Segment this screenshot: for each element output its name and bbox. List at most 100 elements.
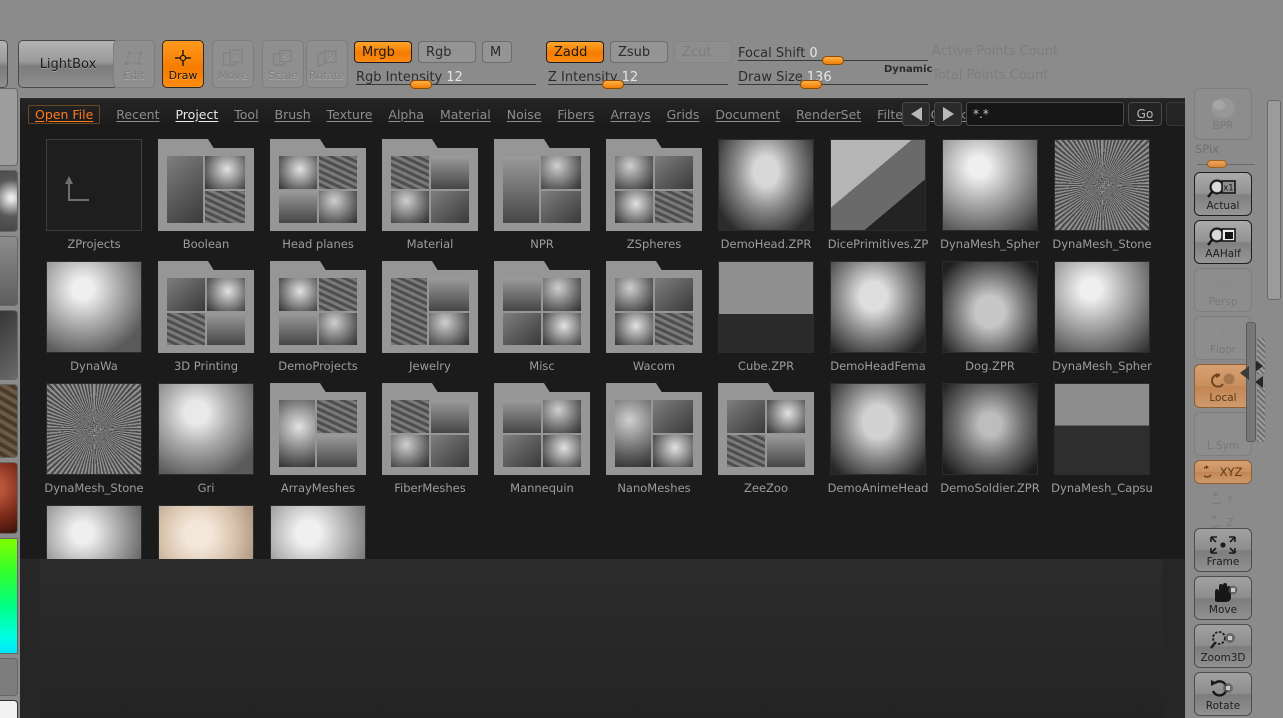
dynamic-badge[interactable]: Dynamic bbox=[884, 64, 932, 75]
draw-size-knob[interactable] bbox=[800, 80, 822, 89]
lightbox-item[interactable]: Dog.ZPR bbox=[934, 261, 1046, 383]
tab-fibers[interactable]: Fibers bbox=[549, 105, 602, 124]
rotate-mode-button[interactable]: R Rotate bbox=[306, 40, 348, 88]
open-file-button[interactable]: Open File bbox=[28, 104, 101, 124]
document-canvas[interactable] bbox=[40, 558, 1162, 718]
tab-grids[interactable]: Grids bbox=[659, 105, 708, 124]
tray-expand-right-icon[interactable] bbox=[1255, 360, 1263, 372]
axis-y-button[interactable]: Y bbox=[1203, 488, 1243, 510]
lightbox-item[interactable]: DynaMesh_Capsu bbox=[1046, 383, 1158, 505]
z-intensity-track[interactable] bbox=[548, 84, 728, 85]
tray-drag-handle-lower[interactable] bbox=[1257, 386, 1265, 442]
edit-mode-button[interactable]: Edit bbox=[113, 40, 155, 88]
focal-shift-knob[interactable] bbox=[822, 56, 844, 65]
lightbox-item[interactable]: Material bbox=[374, 139, 486, 261]
lightbox-item[interactable]: ZeeZoo bbox=[710, 383, 822, 505]
lightbox-item[interactable]: Gri bbox=[150, 383, 262, 505]
nav-forward-button[interactable] bbox=[934, 102, 962, 126]
tray-expand-left-icon[interactable] bbox=[1255, 376, 1263, 388]
lightbox-item[interactable]: Wacom bbox=[598, 261, 710, 383]
z-intensity-slider[interactable]: Z Intensity 12 bbox=[548, 66, 728, 89]
lightbox-item[interactable]: DynaWa bbox=[38, 261, 150, 383]
draw-size-track[interactable] bbox=[738, 84, 928, 85]
rotate-nav-button[interactable]: Rotate bbox=[1194, 672, 1252, 716]
aahalf-button[interactable]: AAHalf bbox=[1194, 220, 1252, 264]
lightbox-item[interactable]: DemoAnimeHead bbox=[822, 383, 934, 505]
tab-arrays[interactable]: Arrays bbox=[602, 105, 658, 124]
lightbox-item[interactable]: Jewelry bbox=[374, 261, 486, 383]
lightbox-item[interactable]: DemoHeadFema bbox=[822, 261, 934, 383]
lightbox-item[interactable]: ArrayMeshes bbox=[262, 383, 374, 505]
frame-button[interactable]: Frame bbox=[1194, 528, 1252, 572]
actual-size-button[interactable]: x1 Actual bbox=[1194, 172, 1252, 216]
z-intensity-knob[interactable] bbox=[602, 80, 624, 89]
lightbox-item[interactable]: Cube.ZPR bbox=[710, 261, 822, 383]
left-palette-material[interactable] bbox=[0, 462, 18, 534]
lightbox-toggle-button[interactable]: LightBox bbox=[18, 40, 118, 88]
lightbox-item[interactable]: NanoMeshes bbox=[598, 383, 710, 505]
color-picker-gradient[interactable] bbox=[0, 538, 18, 654]
spix-slider-knob[interactable] bbox=[1207, 160, 1227, 168]
axis-xyz-button[interactable]: XYZ bbox=[1194, 460, 1252, 484]
lightbox-item[interactable]: DynaMesh_Spher bbox=[1046, 261, 1158, 383]
lightbox-item[interactable]: 3D Printing bbox=[150, 261, 262, 383]
left-palette-swatch-white[interactable] bbox=[0, 700, 18, 718]
left-palette-alpha[interactable] bbox=[0, 310, 18, 380]
focal-shift-slider[interactable]: Focal Shift 0 bbox=[738, 42, 928, 65]
lightbox-item[interactable]: DemoSoldier.ZPR bbox=[934, 383, 1046, 505]
left-palette-tool[interactable] bbox=[0, 88, 18, 166]
lightbox-item[interactable]: ZSpheres bbox=[598, 139, 710, 261]
lightbox-item[interactable]: Mannequin bbox=[486, 383, 598, 505]
lightbox-item[interactable]: DemoHead.ZPR bbox=[710, 139, 822, 261]
lightbox-vertical-scrollbar[interactable] bbox=[1246, 322, 1256, 442]
lightbox-item[interactable]: DynaMesh_Spher bbox=[38, 505, 150, 559]
document-vertical-scrollbar[interactable] bbox=[1267, 100, 1281, 300]
lightbox-item[interactable]: DicePrimitives.ZP bbox=[822, 139, 934, 261]
tab-material[interactable]: Material bbox=[432, 105, 499, 124]
left-palette-stroke[interactable] bbox=[0, 236, 18, 306]
rgb-intensity-knob[interactable] bbox=[410, 80, 432, 89]
lightbox-item[interactable]: Head planes bbox=[262, 139, 374, 261]
lightbox-item[interactable]: ZProjects bbox=[38, 139, 150, 261]
move-nav-button[interactable]: Move bbox=[1194, 576, 1252, 620]
bpr-render-button[interactable]: BPR bbox=[1194, 88, 1252, 140]
rgb-intensity-slider[interactable]: Rgb Intensity 12 bbox=[356, 66, 536, 89]
tab-document[interactable]: Document bbox=[707, 105, 788, 124]
lightbox-item[interactable]: NPR bbox=[486, 139, 598, 261]
lightbox-item[interactable]: DynaMesh_Stone bbox=[1046, 139, 1158, 261]
lightbox-item[interactable]: DynaMesh_Spher bbox=[934, 139, 1046, 261]
lightbox-scroll-left-icon[interactable] bbox=[1240, 366, 1249, 380]
zadd-toggle[interactable]: Zadd bbox=[546, 41, 604, 63]
lightbox-item[interactable]: DynaWax128.ZP bbox=[150, 505, 262, 559]
zsub-toggle[interactable]: Zsub bbox=[610, 41, 668, 63]
rgb-toggle[interactable]: Rgb bbox=[418, 41, 476, 63]
path-search-input[interactable] bbox=[966, 102, 1124, 126]
left-palette-swatch-dark[interactable] bbox=[0, 658, 18, 696]
tab-tool[interactable]: Tool bbox=[226, 105, 266, 124]
nav-back-button[interactable] bbox=[902, 102, 930, 126]
scale-mode-button[interactable]: S Scale bbox=[262, 40, 304, 88]
tab-renderset[interactable]: RenderSet bbox=[788, 105, 869, 124]
lightbox-item[interactable]: Boolean bbox=[150, 139, 262, 261]
draw-mode-button[interactable]: Draw bbox=[162, 40, 204, 88]
lightbox-item[interactable]: PolySp bbox=[262, 505, 374, 559]
perspective-button[interactable]: Persp bbox=[1194, 268, 1252, 312]
tab-brush[interactable]: Brush bbox=[267, 105, 319, 124]
floor-button[interactable]: Floor bbox=[1194, 316, 1252, 360]
zoom3d-button[interactable]: Zoom3D bbox=[1194, 624, 1252, 668]
move-mode-button[interactable]: M Move bbox=[212, 40, 254, 88]
tab-recent[interactable]: Recent bbox=[108, 105, 167, 124]
mrgb-toggle[interactable]: Mrgb bbox=[354, 41, 412, 63]
zcut-toggle[interactable]: Zcut bbox=[674, 41, 732, 63]
lightbox-item[interactable]: DemoProjects bbox=[262, 261, 374, 383]
tab-texture[interactable]: Texture bbox=[319, 105, 381, 124]
local-symmetry-button[interactable]: L.Sym bbox=[1194, 412, 1252, 456]
lightbox-item[interactable]: Misc bbox=[486, 261, 598, 383]
toolbar-partial-button[interactable] bbox=[0, 40, 8, 88]
tab-project[interactable]: Project bbox=[167, 105, 226, 124]
left-palette-texture[interactable] bbox=[0, 384, 18, 458]
go-button[interactable]: Go bbox=[1128, 102, 1162, 126]
tab-noise[interactable]: Noise bbox=[499, 105, 550, 124]
lightbox-item[interactable]: FiberMeshes bbox=[374, 383, 486, 505]
lightbox-item[interactable]: DynaMesh_Stone bbox=[38, 383, 150, 505]
